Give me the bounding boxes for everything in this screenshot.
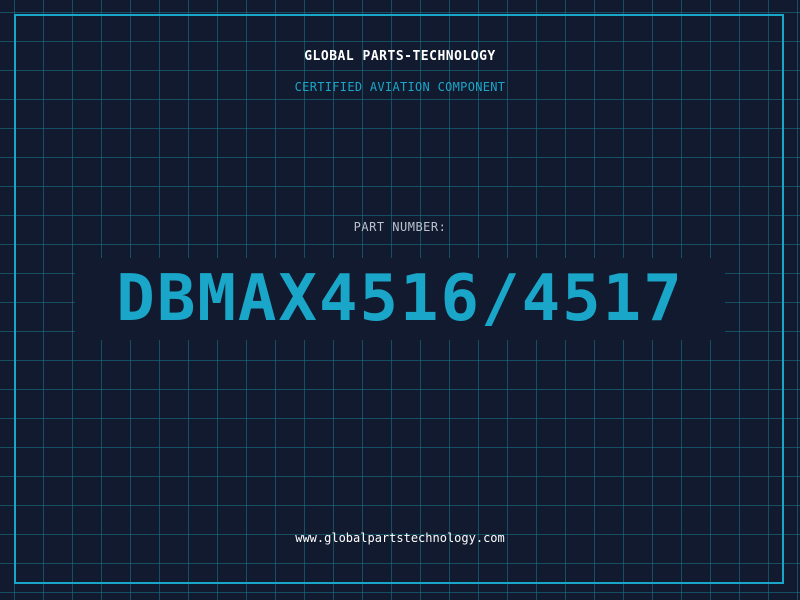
part-number-label: PART NUMBER: — [353, 220, 447, 234]
company-name: GLOBAL PARTS-TECHNOLOGY — [304, 49, 496, 64]
part-number-value: DBMAX4516/4517 — [116, 262, 684, 336]
certification-subtitle: CERTIFIED AVIATION COMPONENT — [294, 80, 506, 94]
website-url: www.globalpartstechnology.com — [295, 531, 505, 545]
